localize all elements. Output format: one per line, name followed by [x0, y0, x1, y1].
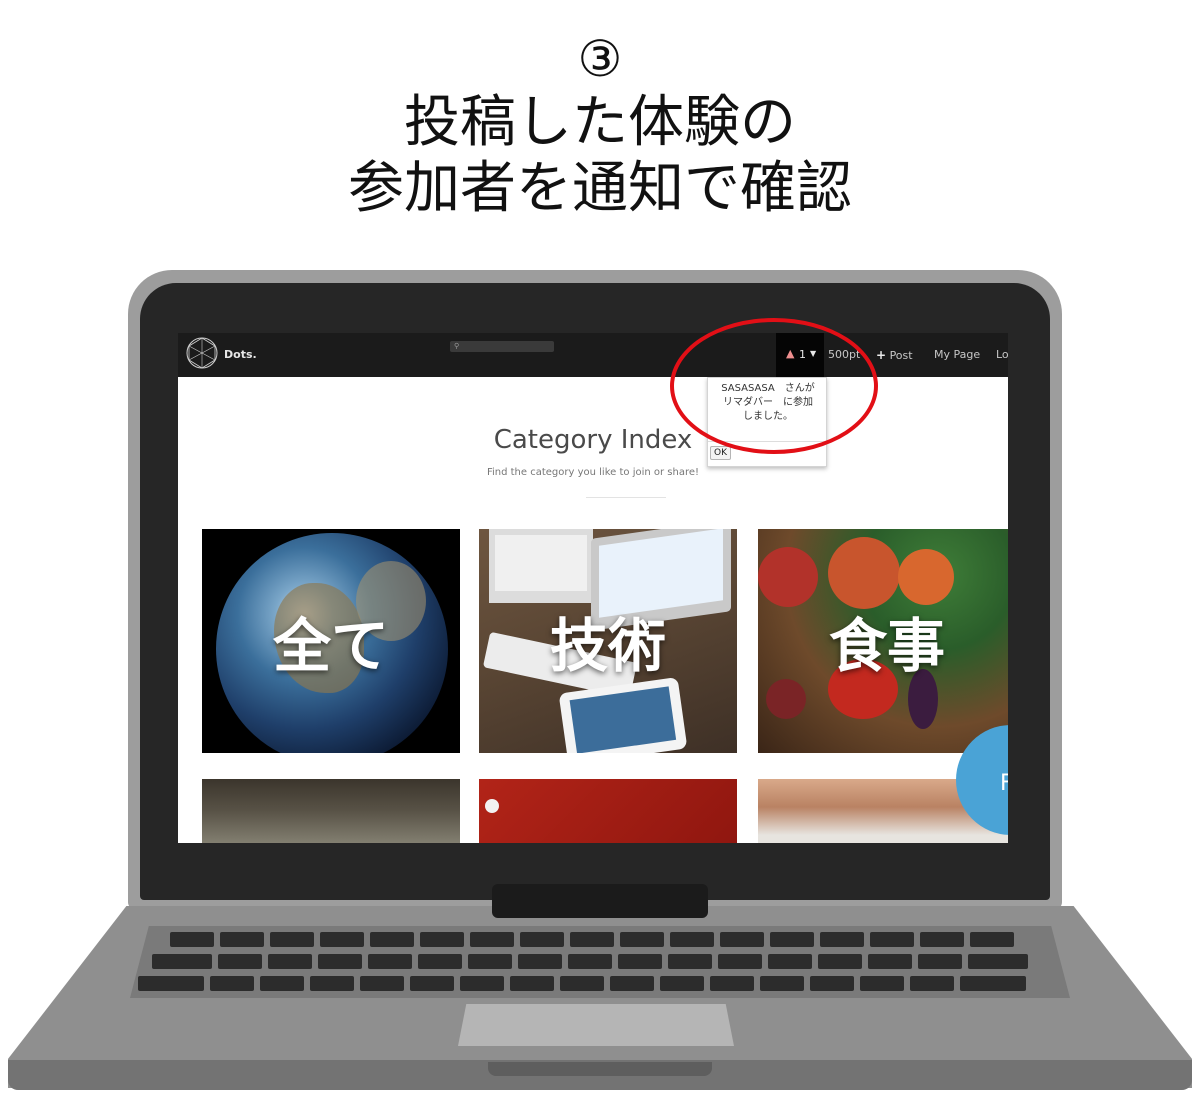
- highlight-circle: [670, 318, 878, 454]
- laptop-hinge: [492, 884, 708, 918]
- heading-line-1: 投稿した体験の: [404, 90, 796, 155]
- post-label: Post: [889, 349, 913, 362]
- instruction-heading: ③ 投稿した体験の 参加者を通知で確認: [0, 28, 1200, 222]
- laptop-trackpad: [458, 1004, 734, 1046]
- key-row: [138, 976, 1032, 991]
- post-link[interactable]: + Post: [876, 348, 913, 362]
- title-divider: [586, 497, 666, 498]
- logout-link[interactable]: Lo: [996, 348, 1008, 361]
- category-card-tech[interactable]: 技術: [479, 529, 737, 753]
- my-page-link[interactable]: My Page: [934, 348, 980, 361]
- logo-icon[interactable]: [184, 335, 220, 371]
- category-card-4[interactable]: [202, 779, 460, 843]
- category-card-all[interactable]: 全て: [202, 529, 460, 753]
- search-input[interactable]: ⚲: [450, 341, 554, 352]
- category-label: 食事: [828, 612, 945, 680]
- card-image-detail: [485, 799, 499, 813]
- ok-button[interactable]: OK: [710, 446, 731, 460]
- key-row: [170, 932, 1020, 947]
- laptop-screen: Dots. ⚲ ▲ 1 ▼ 500pt + Post My Page Lo Ca…: [178, 333, 1008, 843]
- heading-line-2: 参加者を通知で確認: [348, 156, 852, 221]
- category-label: 技術: [549, 612, 666, 680]
- brand-name[interactable]: Dots.: [224, 348, 257, 361]
- floating-button-label: F: [1000, 771, 1008, 796]
- plus-icon: +: [876, 348, 887, 362]
- navbar: Dots. ⚲ ▲ 1 ▼ 500pt + Post My Page Lo: [178, 333, 1008, 377]
- key-row: [152, 954, 1034, 969]
- laptop-keyboard: [130, 926, 1070, 998]
- page-title: Category Index: [493, 425, 693, 455]
- page-subtitle: Find the category you like to join or sh…: [486, 467, 700, 478]
- step-number: ③: [577, 30, 623, 88]
- search-icon: ⚲: [454, 342, 460, 350]
- category-label: 全て: [272, 612, 389, 680]
- category-card-food[interactable]: 食事: [758, 529, 1008, 753]
- category-card-5[interactable]: [479, 779, 737, 843]
- laptop-base-lip: [488, 1062, 712, 1076]
